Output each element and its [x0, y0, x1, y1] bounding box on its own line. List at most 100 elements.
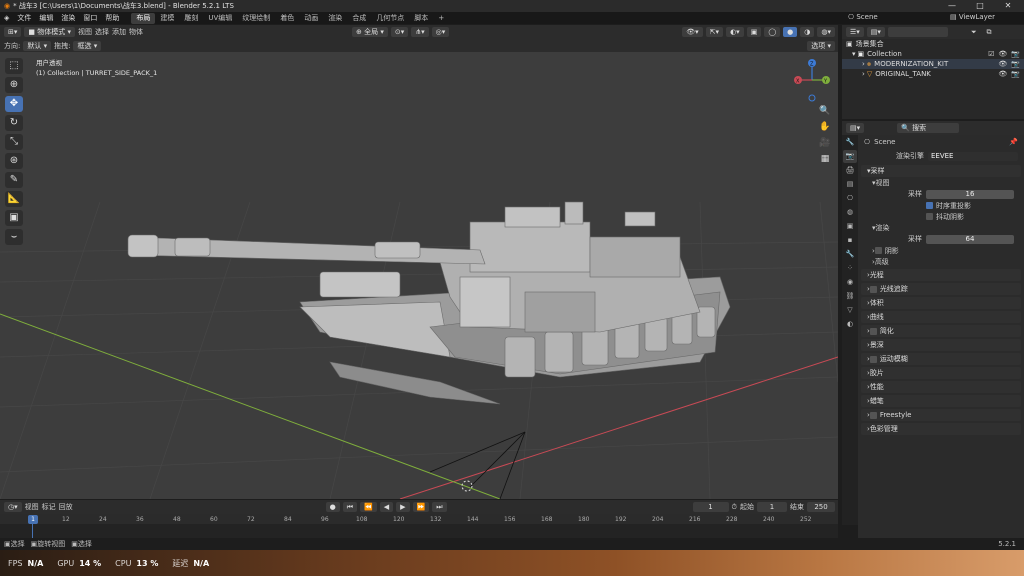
menu-edit[interactable]: 编辑	[35, 13, 57, 23]
subsection-shadows[interactable]: › 阴影	[858, 245, 1024, 256]
viewlayer-selector[interactable]: ▤ ViewLayer	[950, 13, 995, 21]
eye-icon[interactable]: 👁	[998, 60, 1007, 68]
expand-arrow-icon[interactable]: ›	[862, 60, 865, 68]
camera-icon[interactable]: 📷	[1011, 70, 1020, 78]
simplify-checkbox[interactable]	[869, 327, 877, 335]
shading-rendered-button[interactable]: ◍▾	[817, 27, 835, 37]
section-color-management[interactable]: › 色彩管理	[861, 423, 1021, 435]
section-performance[interactable]: › 性能	[861, 381, 1021, 393]
add-cube-tool[interactable]: ▣	[5, 210, 23, 226]
tab-rendering[interactable]: 渲染	[323, 13, 347, 24]
tab-modeling[interactable]: 建模	[155, 13, 179, 24]
jitter-shadows-row[interactable]: 抖动阴影	[858, 211, 1024, 222]
render-samples-field[interactable]: 64	[926, 234, 1014, 244]
render-engine-dropdown[interactable]: EEVEE	[928, 151, 1018, 161]
properties-editor-type-button[interactable]: ▤▾	[846, 123, 865, 133]
menu-window[interactable]: 窗口	[79, 13, 101, 23]
curve-tool[interactable]: ⌣	[5, 229, 23, 245]
outliner-item-collection[interactable]: ▾ ▣ Collection ☑ 👁 📷	[842, 49, 1024, 59]
tab-layout[interactable]: 布局	[131, 12, 156, 24]
playhead[interactable]: 1	[28, 515, 38, 524]
particles-tab-icon[interactable]: ⁘	[843, 262, 857, 275]
end-frame-field[interactable]: 250	[807, 502, 835, 512]
temporal-reprojection-checkbox[interactable]	[926, 202, 933, 209]
section-volumes[interactable]: › 体积	[861, 297, 1021, 309]
checkbox-icon[interactable]: ☑	[988, 50, 994, 58]
move-tool[interactable]: ✥	[5, 96, 23, 112]
view-layer-tab-icon[interactable]: ▤	[843, 178, 857, 191]
navigation-gizmo[interactable]: Z X Y	[792, 58, 832, 108]
material-tab-icon[interactable]: ◐	[843, 318, 857, 331]
pin-icon[interactable]: 📌	[1009, 138, 1018, 146]
3d-viewport[interactable]	[0, 52, 838, 499]
play-reverse-button[interactable]: ◀	[379, 502, 394, 512]
section-raytracing[interactable]: › 光线追踪	[861, 283, 1021, 295]
scale-tool[interactable]: ⤡	[5, 134, 23, 150]
outliner-search-input[interactable]	[887, 27, 948, 37]
options-dropdown[interactable]: 选项 ▾	[807, 40, 835, 51]
rotate-tool[interactable]: ↻	[5, 115, 23, 131]
viewport-samples-field[interactable]: 16	[926, 189, 1014, 199]
subsection-advanced[interactable]: › 高级	[858, 256, 1024, 267]
menu-markers[interactable]: 标记	[42, 502, 56, 512]
shading-wireframe-button[interactable]: ◯	[764, 27, 781, 37]
new-collection-icon[interactable]: ⧉	[987, 28, 992, 37]
section-freestyle[interactable]: › Freestyle	[861, 409, 1021, 421]
orientation-dropdown[interactable]: 默认 ▾	[23, 40, 52, 51]
object-tab-icon[interactable]: ▪	[843, 234, 857, 247]
visibility-button[interactable]: 👁▾	[682, 27, 703, 37]
jump-start-button[interactable]: ⏮	[342, 502, 358, 512]
shadows-checkbox[interactable]	[874, 247, 882, 254]
section-grease-pencil[interactable]: › 蜡笔	[861, 395, 1021, 407]
tab-animation[interactable]: 动画	[299, 13, 323, 24]
prev-keyframe-button[interactable]: ⏪	[360, 502, 377, 512]
tab-shading[interactable]: 着色	[275, 13, 299, 24]
data-tab-icon[interactable]: ▽	[843, 304, 857, 317]
eye-icon[interactable]: 👁	[998, 50, 1007, 58]
overlay-button[interactable]: ◐▾	[726, 27, 744, 37]
timeline-editor-type-button[interactable]: ◷▾	[4, 502, 22, 512]
physics-tab-icon[interactable]: ◉	[843, 276, 857, 289]
scene-collection-row[interactable]: ▣ 场景集合	[842, 39, 1024, 49]
section-sampling[interactable]: ▾ 采样	[861, 165, 1021, 177]
menu-view-timeline[interactable]: 视图	[25, 502, 39, 512]
section-simplify[interactable]: › 简化	[861, 325, 1021, 337]
tab-compositing[interactable]: 合成	[347, 13, 371, 24]
grid-view-icon[interactable]: ▦	[818, 152, 832, 166]
menu-view[interactable]: 视图	[78, 27, 92, 37]
play-button[interactable]: ▶	[396, 502, 410, 512]
freestyle-checkbox[interactable]	[869, 411, 877, 419]
expand-arrow-icon[interactable]: ▾	[852, 50, 856, 58]
mode-selector[interactable]: ■ 物体模式 ▾	[24, 27, 75, 37]
camera-view-icon[interactable]: 🎥	[818, 136, 832, 150]
section-film[interactable]: › 胶片	[861, 367, 1021, 379]
blender-menu-icon[interactable]: ◈	[4, 14, 9, 22]
motion-blur-checkbox[interactable]	[869, 355, 877, 363]
close-button[interactable]: ✕	[994, 0, 1022, 12]
outliner-editor-type-button[interactable]: ☰▾	[846, 27, 864, 37]
annotate-tool[interactable]: ✎	[5, 172, 23, 188]
timeline-area[interactable]: 12 24 36 48 60 72 84 96 108 120 132 144 …	[0, 514, 838, 538]
menu-playback[interactable]: 回放	[59, 502, 73, 512]
eye-icon[interactable]: 👁	[998, 70, 1007, 78]
outliner-item-modernization-kit[interactable]: › ⨳ MODERNIZATION_KIT 👁 📷	[842, 59, 1024, 69]
section-motion-blur[interactable]: › 运动模糊	[861, 353, 1021, 365]
world-tab-icon[interactable]: ◍	[843, 206, 857, 219]
tab-scripting[interactable]: 脚本	[409, 13, 433, 24]
maximize-button[interactable]: □	[966, 0, 994, 12]
menu-help[interactable]: 帮助	[101, 13, 123, 23]
render-tab-icon[interactable]: 📷	[843, 150, 857, 163]
constraints-tab-icon[interactable]: ⛓	[843, 290, 857, 303]
filter-icon[interactable]: ⏷	[971, 28, 977, 37]
section-light-paths[interactable]: › 光程	[861, 269, 1021, 281]
camera-object[interactable]	[429, 431, 526, 499]
jump-end-button[interactable]: ⏭	[432, 502, 447, 512]
gizmo-button[interactable]: ⇱▾	[705, 27, 724, 37]
select-box-tool[interactable]: ⬚	[5, 58, 23, 74]
xray-button[interactable]: ▣	[746, 27, 762, 37]
transform-orientation-dropdown[interactable]: ⊕ 全局 ▾	[352, 27, 388, 37]
editor-type-button[interactable]: ⊞▾	[4, 27, 22, 37]
cursor-tool[interactable]: ⊕	[5, 77, 23, 93]
proportional-edit-button[interactable]: ◎▾	[431, 27, 450, 37]
menu-file[interactable]: 文件	[13, 13, 35, 23]
